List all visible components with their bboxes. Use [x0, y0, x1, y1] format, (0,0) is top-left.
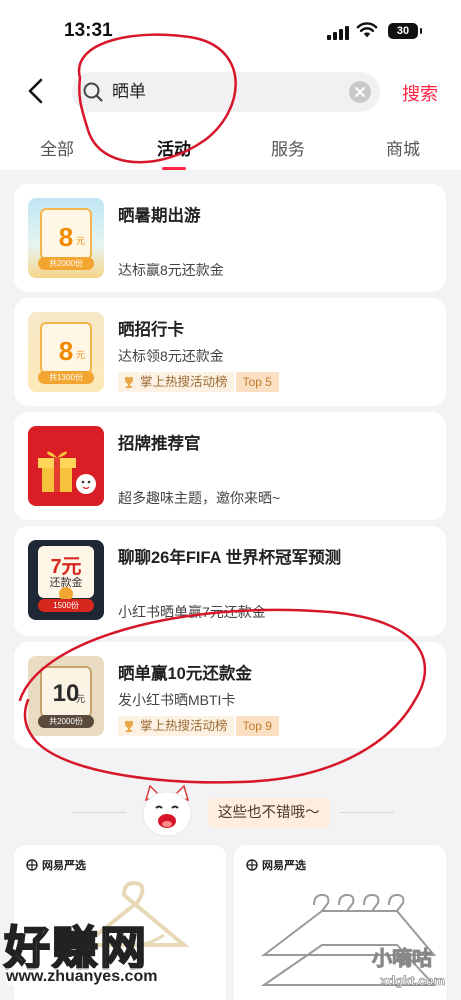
- activity-card[interactable]: 8 元 共1300份 晒招行卡 达标领8元还款金 掌上热搜活动榜 Top 5: [14, 298, 446, 406]
- status-time: 13:31: [64, 20, 113, 41]
- cellular-signal-icon: [327, 26, 349, 40]
- activity-subtitle: 小红书晒单赢7元还款金: [118, 604, 266, 620]
- trophy-icon: [125, 377, 133, 388]
- wifi-icon: [356, 22, 378, 38]
- hot-search-badge[interactable]: 掌上热搜活动榜 Top 9: [118, 716, 279, 736]
- activity-thumbnail: 8 元 共1300份: [28, 312, 104, 392]
- brand-logo-icon: [26, 859, 38, 871]
- active-tab-indicator: [162, 167, 186, 170]
- tab-mall[interactable]: 商城: [386, 135, 420, 160]
- trophy-icon: [125, 721, 133, 732]
- clear-icon[interactable]: [349, 81, 371, 103]
- brand-label: 网易严选: [246, 857, 306, 873]
- activity-subtitle: 达标赢8元还款金: [118, 262, 224, 278]
- search-input[interactable]: [112, 72, 332, 112]
- activity-thumbnail: 8 元 共2000份: [28, 198, 104, 278]
- tab-all[interactable]: 全部: [40, 135, 74, 160]
- rank-badge: Top 5: [235, 372, 279, 392]
- thumbnail-footer: 共2000份: [38, 715, 94, 728]
- activity-subtitle: 超多趣味主题，邀你来晒~: [118, 490, 281, 506]
- battery-icon: 30: [388, 23, 422, 39]
- brand-label: 网易严选: [26, 857, 86, 873]
- tab-bar: 全部 活动 服务 商城: [0, 132, 461, 170]
- activity-card[interactable]: 8 元 共2000份 晒暑期出游 达标赢8元还款金: [14, 184, 446, 292]
- search-icon: [83, 82, 103, 102]
- back-arrow-icon[interactable]: [22, 76, 52, 106]
- tab-activities[interactable]: 活动: [157, 135, 191, 160]
- rank-badge: Top 9: [235, 716, 279, 736]
- activity-title: 聊聊26年FIFA 世界杯冠军预测: [118, 549, 342, 567]
- recommend-label: 这些也不错哦～: [208, 798, 330, 828]
- brand-logo-icon: [246, 859, 258, 871]
- activity-thumbnail: 10 元 共2000份: [28, 656, 104, 736]
- activity-subtitle: 达标领8元还款金: [118, 348, 224, 364]
- activity-thumbnail: 7元 还款金 1500份: [28, 540, 104, 620]
- coupon-graphic: 8 元: [40, 322, 92, 374]
- activity-title: 晒招行卡: [118, 321, 184, 339]
- thumbnail-footer: 1500份: [38, 599, 94, 612]
- activity-title: 晒单赢10元还款金: [118, 665, 252, 683]
- thumbnail-footer: 共1300份: [38, 371, 94, 384]
- activity-title: 招牌推荐官: [118, 435, 201, 453]
- watermark-logo: 小嘀咕: [372, 948, 433, 971]
- tab-services[interactable]: 服务: [271, 135, 305, 160]
- divider-line: [340, 812, 394, 813]
- gift-box-icon: [38, 451, 96, 494]
- activity-card[interactable]: 招牌推荐官 超多趣味主题，邀你来晒~: [14, 412, 446, 520]
- activity-card[interactable]: 7元 还款金 1500份 聊聊26年FIFA 世界杯冠军预测 小红书晒单赢7元还…: [14, 526, 446, 636]
- divider-line: [72, 812, 126, 813]
- activity-subtitle: 发小红书晒MBTI卡: [118, 692, 236, 708]
- status-bar: 13:31 30: [0, 0, 461, 60]
- search-button[interactable]: 搜索: [402, 80, 438, 106]
- mascot-cat-icon: [142, 784, 192, 837]
- coupon-graphic: 8 元: [40, 208, 92, 260]
- watermark-url: xdgkt.com: [380, 973, 446, 989]
- thumbnail-footer: 共2000份: [38, 257, 94, 270]
- search-header: 搜索 全部 活动 服务 商城: [0, 60, 461, 170]
- activity-card[interactable]: 10 元 共2000份 晒单赢10元还款金 发小红书晒MBTI卡 掌上热搜活动榜…: [14, 642, 446, 748]
- hot-search-badge[interactable]: 掌上热搜活动榜 Top 5: [118, 372, 279, 392]
- search-bar[interactable]: [72, 72, 380, 112]
- coupon-graphic: 10 元: [40, 666, 92, 718]
- activity-title: 晒暑期出游: [118, 207, 201, 225]
- watermark-url: www.zhuanyes.com: [6, 968, 158, 986]
- activity-thumbnail: [28, 426, 104, 506]
